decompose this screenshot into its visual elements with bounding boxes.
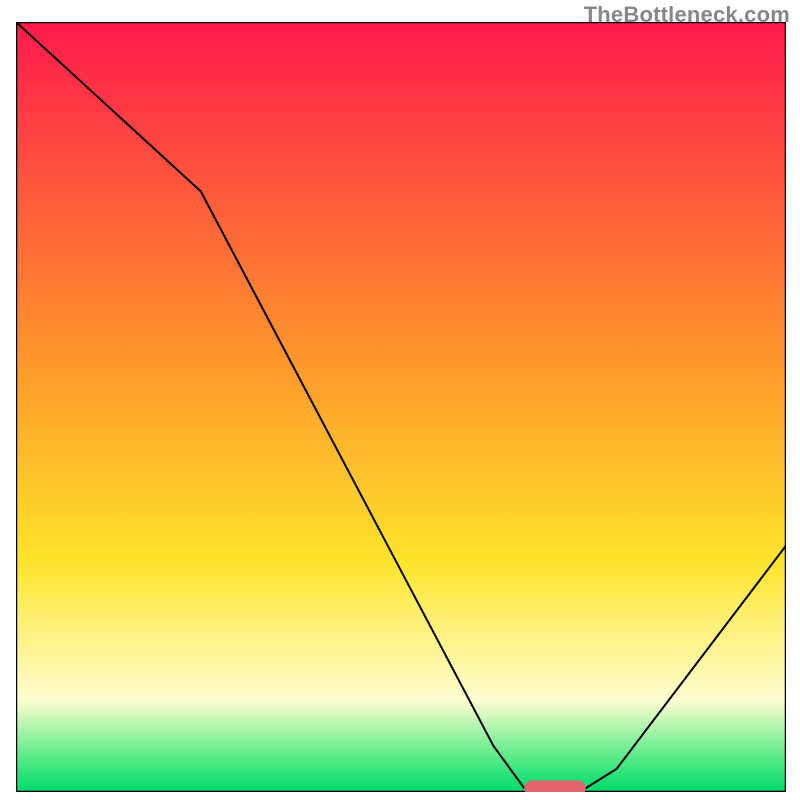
chart-svg bbox=[16, 22, 786, 792]
gradient-background bbox=[16, 22, 786, 792]
optimal-marker bbox=[524, 780, 586, 792]
chart-stage: TheBottleneck.com bbox=[0, 0, 800, 800]
plot-area bbox=[16, 22, 786, 792]
